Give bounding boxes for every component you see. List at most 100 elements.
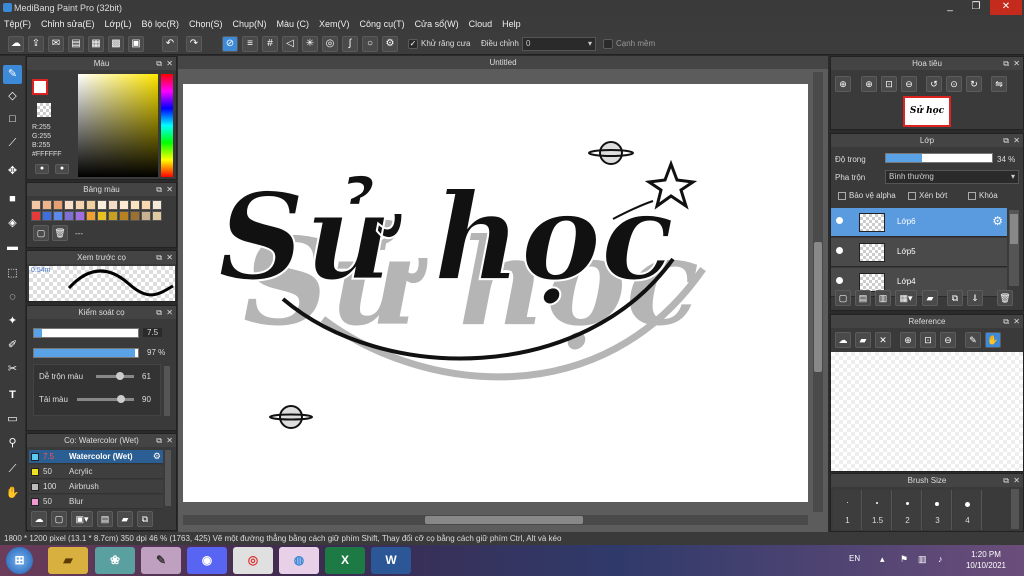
close-ref-icon[interactable]: ✕ (875, 332, 891, 348)
close-icon[interactable]: ✕ (166, 57, 173, 70)
tray-up-icon[interactable]: ▴ (880, 554, 885, 565)
parallel-snap-icon[interactable]: ≡ (242, 36, 258, 52)
expand-icon[interactable]: ⧉ (156, 183, 162, 196)
rect-tool-icon[interactable]: □ (3, 110, 22, 129)
expand-icon[interactable]: ⧉ (156, 434, 162, 447)
brush-opacity-slider[interactable] (33, 348, 139, 358)
edge-checkbox[interactable] (603, 39, 613, 49)
expand-icon[interactable]: ⧉ (156, 251, 162, 264)
palette-swatch[interactable] (64, 200, 74, 210)
close-icon[interactable]: ✕ (166, 251, 173, 264)
palette-swatch[interactable] (31, 211, 41, 221)
palette-swatch[interactable] (53, 200, 63, 210)
palette-swatch[interactable] (97, 200, 107, 210)
color-picker-field[interactable] (78, 74, 158, 177)
settings-snap-icon[interactable]: ⚙ (382, 36, 398, 52)
palette-swatch[interactable] (75, 211, 85, 221)
eyedropper-icon[interactable]: ● (35, 164, 49, 174)
open-folder-icon[interactable]: ▰ (855, 332, 871, 348)
menu-file[interactable]: Tệp(F) (4, 19, 31, 29)
volume-icon[interactable]: ♪ (938, 554, 943, 564)
network-icon[interactable]: ▥ (918, 554, 927, 565)
curve-snap-icon[interactable]: ∫ (342, 36, 358, 52)
expand-icon[interactable]: ⧉ (1003, 134, 1009, 147)
menu-view[interactable]: Xem(V) (319, 19, 350, 29)
word-icon[interactable]: W (371, 547, 411, 574)
add-brush-icon[interactable]: ▣▾ (71, 511, 93, 527)
select-eraser-tool-icon[interactable]: ✂ (3, 360, 22, 379)
close-icon[interactable]: ✕ (166, 306, 173, 319)
layer-opacity-slider[interactable] (885, 153, 993, 163)
palette-swatch[interactable] (152, 200, 162, 210)
new-halftone-layer-icon[interactable]: ▤ (855, 290, 871, 306)
close-icon[interactable]: ✕ (1013, 474, 1020, 487)
app-icon-2[interactable]: ❀ (95, 547, 135, 574)
layer-row[interactable]: Lớp5 (831, 238, 1007, 267)
zoom-out-icon[interactable]: ⊖ (940, 332, 956, 348)
expand-icon[interactable]: ⧉ (156, 57, 162, 70)
text-tool-icon[interactable]: T (3, 386, 22, 405)
clock[interactable]: 1:20 PM 10/10/2021 (962, 549, 1010, 571)
new-brush-icon[interactable]: ▢ (51, 511, 67, 527)
close-button[interactable]: ✕ (990, 0, 1022, 15)
menu-tools[interactable]: Công cụ(T) (360, 19, 405, 29)
maximize-button[interactable]: ❐ (964, 0, 988, 15)
menu-filter[interactable]: Bộ lọc(R) (141, 19, 179, 29)
brush-tool-icon[interactable]: ✎ (3, 65, 22, 84)
duplicate-icon[interactable]: ⧉ (947, 290, 963, 306)
adjust-select[interactable]: 0 ▾ (522, 37, 596, 51)
close-icon[interactable]: ✕ (166, 434, 173, 447)
palette-swatch[interactable] (42, 211, 52, 221)
language-indicator[interactable]: EN (849, 554, 860, 563)
brush-size-cell[interactable]: 1 (833, 490, 862, 530)
antialias-checkbox[interactable]: ✓ (408, 39, 418, 49)
gradient-tool-icon[interactable]: ▬ (3, 238, 22, 257)
doc-icon[interactable]: ▦ (88, 36, 104, 52)
hue-slider[interactable] (161, 74, 173, 177)
fill-rect-tool-icon[interactable]: ■ (3, 190, 22, 209)
menu-window[interactable]: Cửa sổ(W) (415, 19, 459, 29)
menu-layer[interactable]: Lớp(L) (105, 19, 132, 29)
perspective-snap-icon[interactable]: ◁ (282, 36, 298, 52)
delete-palette-icon[interactable]: 🗑 (52, 225, 68, 241)
menu-cloud[interactable]: Cloud (469, 19, 493, 29)
amount-slider[interactable] (77, 395, 134, 403)
redo-icon[interactable]: ↷ (186, 36, 202, 52)
rotate-left-icon[interactable]: ↺ (926, 76, 942, 92)
stroke-tool-icon[interactable]: ⟋ (3, 134, 22, 153)
add-layer-menu-icon[interactable]: ▦▾ (895, 290, 917, 306)
flag-icon[interactable]: ⚑ (900, 554, 908, 565)
hand-tool-icon[interactable]: ✋ (3, 484, 22, 503)
close-icon[interactable]: ✕ (166, 183, 173, 196)
chrome-icon[interactable]: ◎ (233, 547, 273, 574)
expand-icon[interactable]: ⧉ (1003, 474, 1009, 487)
brush-list-item[interactable]: 50 Acrylic (29, 465, 163, 479)
start-button[interactable]: ⊞ (6, 547, 33, 574)
gear-icon[interactable]: ⚙ (153, 451, 161, 462)
palette-swatch[interactable] (152, 211, 162, 221)
palette-swatch[interactable] (53, 211, 63, 221)
flip-icon[interactable]: ⇋ (991, 76, 1007, 92)
palette-swatch[interactable] (130, 200, 140, 210)
brush-list-scrollbar[interactable] (165, 450, 171, 506)
grid-snap-icon[interactable]: # (262, 36, 278, 52)
palette-swatch[interactable] (64, 211, 74, 221)
export-icon[interactable]: ⇪ (28, 36, 44, 52)
zoom-in-icon[interactable]: ⊕ (835, 76, 851, 92)
zoom-out-icon[interactable]: ⊖ (901, 76, 917, 92)
swap-icon[interactable]: ● (55, 164, 69, 174)
file-explorer-icon[interactable]: ▰ (48, 547, 88, 574)
palette-swatch[interactable] (86, 211, 96, 221)
fit-icon[interactable]: ⊡ (920, 332, 936, 348)
mix-slider[interactable] (96, 372, 134, 380)
brush-list-item[interactable]: 50 Blur (29, 495, 163, 509)
dropper-tool-icon[interactable]: ⟋ (3, 460, 22, 479)
palette-swatch[interactable] (108, 211, 118, 221)
brush-size-slider[interactable] (33, 328, 139, 338)
cloud-brush-icon[interactable]: ☁ (31, 511, 47, 527)
undo-icon[interactable]: ↶ (162, 36, 178, 52)
new-8bit-layer-icon[interactable]: ▥ (875, 290, 891, 306)
close-icon[interactable]: ✕ (1013, 57, 1020, 70)
brush-size-cell[interactable]: 2 (893, 490, 922, 530)
primary-color-swatch[interactable] (32, 79, 48, 95)
